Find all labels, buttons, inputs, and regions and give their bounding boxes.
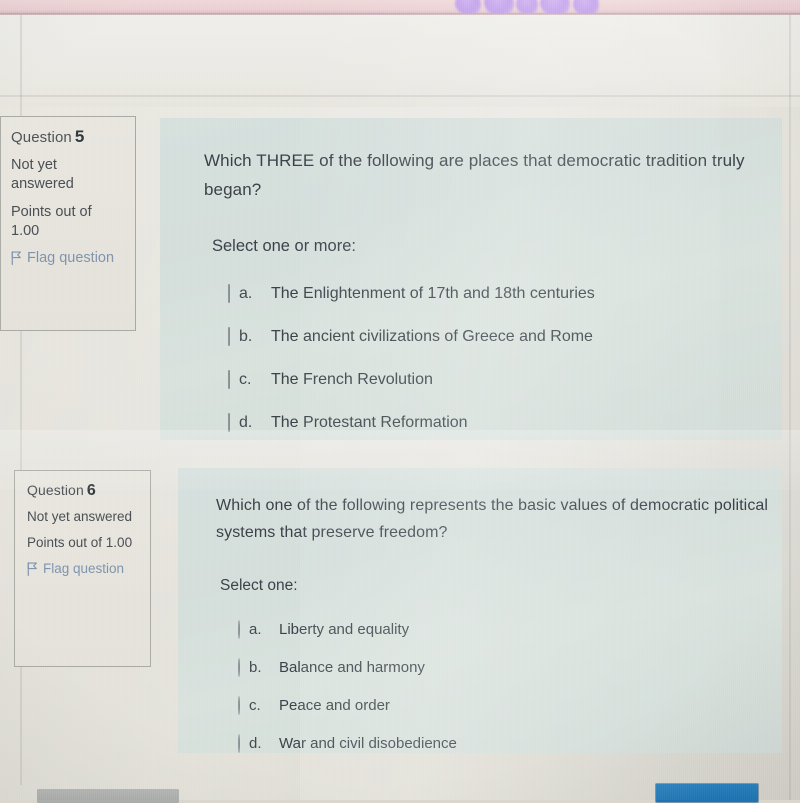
- option-text-6-b: Balance and harmony: [279, 658, 425, 676]
- checkbox-5-a[interactable]: [228, 283, 230, 303]
- answer-option-6-b[interactable]: b. Balance and harmony: [238, 648, 760, 686]
- question-word-5: Question: [11, 129, 72, 146]
- question-content-panel-5: Which THREE of the following are places …: [160, 118, 782, 440]
- bottom-secondary-button[interactable]: [37, 789, 179, 803]
- question-index-5: 5: [74, 127, 85, 146]
- flag-question-link-6[interactable]: Flag question: [27, 560, 138, 578]
- page-header-area: [0, 15, 800, 107]
- decorative-blob-icon: [516, 0, 538, 14]
- question-prompt-5: Select one or more:: [212, 237, 356, 255]
- question-text-6: Which one of the following represents th…: [216, 497, 769, 541]
- decorative-blob-icon: [573, 0, 599, 14]
- flag-question-label-5: Flag question: [27, 250, 115, 266]
- radio-6-a[interactable]: [238, 619, 240, 639]
- radio-6-d[interactable]: [238, 733, 240, 753]
- option-text-6-c: Peace and order: [279, 696, 390, 714]
- decorative-blob-icon: [455, 0, 481, 14]
- question-word-6: Question: [27, 482, 84, 498]
- checkbox-5-d[interactable]: [228, 412, 230, 432]
- option-text-5-d: The Protestant Reformation: [271, 413, 468, 431]
- page-right-gutter: [789, 15, 791, 800]
- checkbox-5-b[interactable]: [228, 326, 230, 346]
- radio-6-c[interactable]: [238, 695, 240, 715]
- next-page-button[interactable]: [655, 783, 759, 803]
- checkbox-5-c[interactable]: [228, 369, 230, 389]
- decorative-blob-icon: [540, 0, 570, 14]
- photographed-screen: Question 5 Not yet answered Points out of…: [0, 0, 800, 803]
- option-text-5-b: The ancient civilizations of Greece and …: [271, 327, 593, 345]
- option-letter-5-a: a.: [239, 284, 253, 302]
- answer-option-5-b[interactable]: b. The ancient civilizations of Greece a…: [228, 315, 758, 358]
- flag-icon: [11, 251, 21, 265]
- question-status-6: Not yet answered: [27, 509, 133, 524]
- option-letter-5-d: d.: [239, 413, 253, 431]
- answer-option-6-d[interactable]: d. War and civil disobedience: [238, 724, 760, 762]
- answer-option-5-a[interactable]: a. The Enlightenment of 17th and 18th ce…: [228, 272, 758, 315]
- radio-6-b[interactable]: [238, 657, 240, 677]
- question-content-panel-6: Which one of the following represents th…: [178, 468, 782, 753]
- question-status-5: Not yet answered: [11, 157, 74, 192]
- answer-option-5-c[interactable]: c. The French Revolution: [228, 358, 758, 401]
- option-text-5-a: The Enlightenment of 17th and 18th centu…: [271, 284, 595, 302]
- option-letter-6-d: d.: [249, 734, 262, 752]
- option-text-5-c: The French Revolution: [271, 370, 433, 388]
- question-number-label-6: Question 6: [27, 482, 138, 500]
- browser-top-band: [0, 0, 800, 14]
- answer-option-6-a[interactable]: a. Liberty and equality: [238, 610, 760, 648]
- option-letter-6-c: c.: [249, 696, 261, 714]
- decorative-blob-icon: [484, 0, 514, 14]
- option-text-6-d: War and civil disobedience: [279, 734, 457, 752]
- option-text-6-a: Liberty and equality: [279, 620, 410, 638]
- question-info-panel-6: Question 6 Not yet answered Points out of…: [14, 470, 151, 667]
- flag-question-link-5[interactable]: Flag question: [11, 249, 123, 268]
- answer-options-6: a. Liberty and equality b. Balance and h…: [238, 610, 760, 762]
- question-points-5: Points out of 1.00: [11, 204, 92, 239]
- question-index-6: 6: [86, 482, 96, 499]
- question-prompt-6: Select one:: [220, 577, 298, 594]
- flag-icon: [27, 562, 37, 576]
- question-text-5: Which THREE of the following are places …: [204, 151, 745, 199]
- option-letter-6-b: b.: [249, 658, 262, 676]
- question-number-label-5: Question 5: [11, 127, 123, 147]
- answer-options-5: a. The Enlightenment of 17th and 18th ce…: [228, 272, 758, 444]
- option-letter-5-b: b.: [239, 327, 253, 345]
- page-header-seam: [0, 95, 800, 97]
- question-info-panel-5: Question 5 Not yet answered Points out of…: [0, 116, 136, 331]
- question-points-6: Points out of 1.00: [27, 535, 133, 550]
- flag-question-label-6: Flag question: [43, 561, 125, 576]
- answer-option-5-d[interactable]: d. The Protestant Reformation: [228, 401, 758, 444]
- option-letter-6-a: a.: [249, 620, 262, 638]
- option-letter-5-c: c.: [239, 370, 252, 388]
- answer-option-6-c[interactable]: c. Peace and order: [238, 686, 760, 724]
